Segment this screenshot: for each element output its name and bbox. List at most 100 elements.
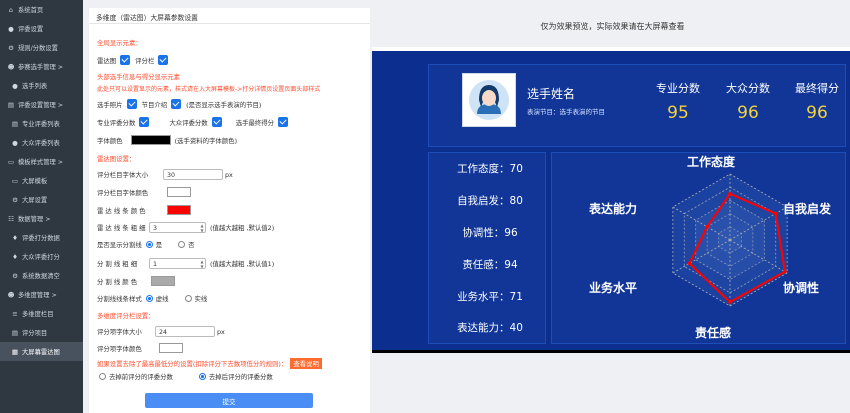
font-color-row: 字体颜色 (选手资料的字体颜色) [97, 135, 237, 145]
dashed-label: 虚线 [155, 295, 169, 303]
gear-icon: ⚙ [8, 43, 14, 52]
photo-program-row: 选手照片 节目介绍 (是否显示选手表演的节目) [97, 99, 261, 109]
score-font-size-label: 评分栏目字体大小 [97, 171, 149, 179]
user-icon: ● [12, 81, 18, 90]
split-line-show-row: 是否显示分割线 是 否 [97, 240, 195, 249]
radar-point [705, 225, 709, 229]
sidebar-item-label: 选手列表 [22, 83, 48, 90]
split-line-color-row: 分 割 线 颜 色 [97, 276, 175, 286]
sidebar-item[interactable]: ♦ 大众评委打分 [0, 247, 83, 266]
split-line-color-label: 分 割 线 颜 色 [97, 277, 138, 286]
sidebar-item[interactable]: ⚙ 系统数据清空 [0, 266, 83, 285]
item-font-size-label: 评分项字体大小 [97, 328, 142, 336]
sidebar-item-label: 多维度栏目 [22, 311, 54, 318]
radar-label: 雷达图 [97, 56, 117, 65]
item-font-size-input[interactable]: 24 [155, 326, 215, 337]
score-value-public: 96 [737, 103, 759, 123]
sidebar-item-label: 参赛选手管理 > [18, 64, 64, 71]
sidebar-item[interactable]: ≡ 多维度栏目 [0, 304, 83, 323]
radar-label-initiative: 自我启发 [783, 202, 832, 216]
doc-icon: ▤ [11, 328, 19, 337]
sidebar-item[interactable]: ☻ 多维度管理 > [0, 285, 83, 304]
split-line-width-value: 1 [153, 261, 158, 268]
sidebar-item[interactable]: ⚙ 大屏设置 [0, 190, 83, 209]
radar-line-color-picker[interactable] [167, 205, 191, 215]
radar-label-attitude: 工作态度 [687, 155, 736, 169]
pro-score-checkbox[interactable] [139, 117, 150, 127]
sidebar-item[interactable]: ▤ 评分项目 [0, 323, 83, 342]
dashed-radio[interactable] [145, 295, 153, 302]
radar-line-width-row: 雷 达 线 条 粗 细 3 ▲ ▼ (值越大越粗 ,默认值2) [97, 222, 274, 233]
grid-icon: ▦ [11, 347, 19, 356]
sidebar-item[interactable]: ▤ 专业评委列表 [0, 114, 83, 133]
split-line-color-picker[interactable] [151, 276, 175, 286]
score-label-public: 大众分数 [726, 82, 770, 95]
remove-before-label: 去掉前评分的评委分数 [109, 373, 173, 381]
radar-line-width-label: 雷 达 线 条 粗 细 [97, 224, 146, 232]
sidebar-item[interactable]: ▭ 模板样式管理 > [0, 152, 83, 171]
remove-after-radio[interactable] [198, 373, 206, 380]
split-line-yes-radio[interactable] [145, 241, 153, 248]
radar-line-color-label: 雷 达 线 条 颜 色 [97, 206, 146, 215]
no-label: 否 [188, 241, 195, 249]
metric-item: 工作态度：70 [457, 163, 523, 175]
gear-icon: ⚙ [12, 195, 18, 204]
sidebar-item[interactable]: ● 选手列表 [0, 76, 83, 95]
score-display-row: 专业评委分数 大众评委分数 选手最终得分 [97, 117, 293, 127]
sidebar: ⌂ 系统首页 ● 评委设置 ⚙ 规则/分数设置 ☻ 参赛选手管理 > ● 选手列表 ▤ 评委设置管理 … [0, 0, 83, 413]
bell-icon: ♦ [12, 252, 18, 261]
sidebar-item-label: 评委设置 [18, 26, 44, 33]
split-line-no-radio[interactable] [178, 241, 186, 248]
photo-checkbox[interactable] [126, 99, 137, 109]
program-checkbox[interactable] [171, 99, 182, 109]
score-font-size-row: 评分栏目字体大小 30 px [97, 169, 233, 180]
sidebar-item-label: 大屏模板 [22, 178, 48, 185]
sidebar-item[interactable]: ☷ 数据管理 > [0, 209, 83, 228]
radar-label-business: 业务水平 [589, 281, 638, 295]
public-score-checkbox[interactable] [211, 117, 222, 127]
item-font-color-picker[interactable] [159, 343, 183, 353]
sidebar-item[interactable]: ● 大众评委列表 [0, 133, 83, 152]
sidebar-item[interactable]: ▦ 大屏幕雷达图 [0, 342, 83, 361]
radar-point [728, 192, 732, 196]
sidebar-item[interactable]: ▤ 评委设置管理 > [0, 95, 83, 114]
sidebar-item-label: 多维度管理 > [18, 292, 57, 299]
sidebar-item[interactable]: ☻ 参赛选手管理 > [0, 57, 83, 76]
score-font-color-picker[interactable] [167, 187, 191, 197]
remove-option-row: 去掉前评分的评委分数 去掉后评分的评委分数 [97, 372, 273, 381]
radar-checkbox[interactable] [120, 55, 131, 65]
split-line-width-note: (值越大越粗 ,默认值1) [210, 260, 275, 268]
monitor-icon: ▭ [7, 157, 15, 166]
view-help-button[interactable]: 查看说明 [290, 358, 322, 369]
stepper-icon[interactable]: ▲ ▼ [199, 259, 205, 269]
score-font-size-input[interactable]: 30 [163, 169, 223, 180]
home-icon: ⌂ [8, 5, 14, 14]
sidebar-item[interactable]: ⚙ 规则/分数设置 [0, 38, 83, 57]
solid-label: 实线 [194, 295, 208, 303]
sidebar-item[interactable]: ● 评委设置 [0, 19, 83, 38]
font-color-picker[interactable] [130, 135, 171, 145]
remove-before-radio[interactable] [99, 373, 106, 380]
score-bar-checkbox[interactable] [158, 55, 169, 65]
settings-panel: 多维度（雷达图）大屏幕参数设置 全局显示元素： 雷达图 评分栏 头部选手信息与得… [89, 8, 370, 413]
section-global: 全局显示元素： [97, 39, 142, 47]
radar-line-width-input[interactable]: 3 ▲ ▼ [149, 222, 206, 233]
program-label: 节目介绍 [141, 100, 168, 109]
metrics-panel [428, 152, 546, 344]
sidebar-item-label: 数据管理 > [18, 216, 51, 223]
radar-line-color-row: 雷 达 线 条 颜 色 [97, 205, 191, 215]
sidebar-item[interactable]: ⌂ 系统首页 [0, 0, 83, 19]
sidebar-item[interactable]: ▭ 大屏模板 [0, 171, 83, 190]
final-score-checkbox[interactable] [278, 117, 289, 127]
split-line-show-label: 是否显示分割线 [97, 241, 142, 249]
radar-point [783, 269, 787, 274]
photo-label: 选手照片 [97, 100, 123, 109]
radar-label-responsibility: 责任感 [695, 326, 732, 340]
submit-button[interactable]: 提交 [145, 393, 313, 408]
remove-after-label: 去掉后评分的评委分数 [208, 373, 273, 381]
solid-radio[interactable] [184, 295, 192, 302]
doc-icon: ▤ [7, 100, 15, 109]
stepper-icon[interactable]: ▲ ▼ [199, 223, 205, 233]
split-line-width-input[interactable]: 1 ▲ ▼ [149, 258, 206, 269]
sidebar-item[interactable]: ♦ 评委打分数据 [0, 228, 83, 247]
